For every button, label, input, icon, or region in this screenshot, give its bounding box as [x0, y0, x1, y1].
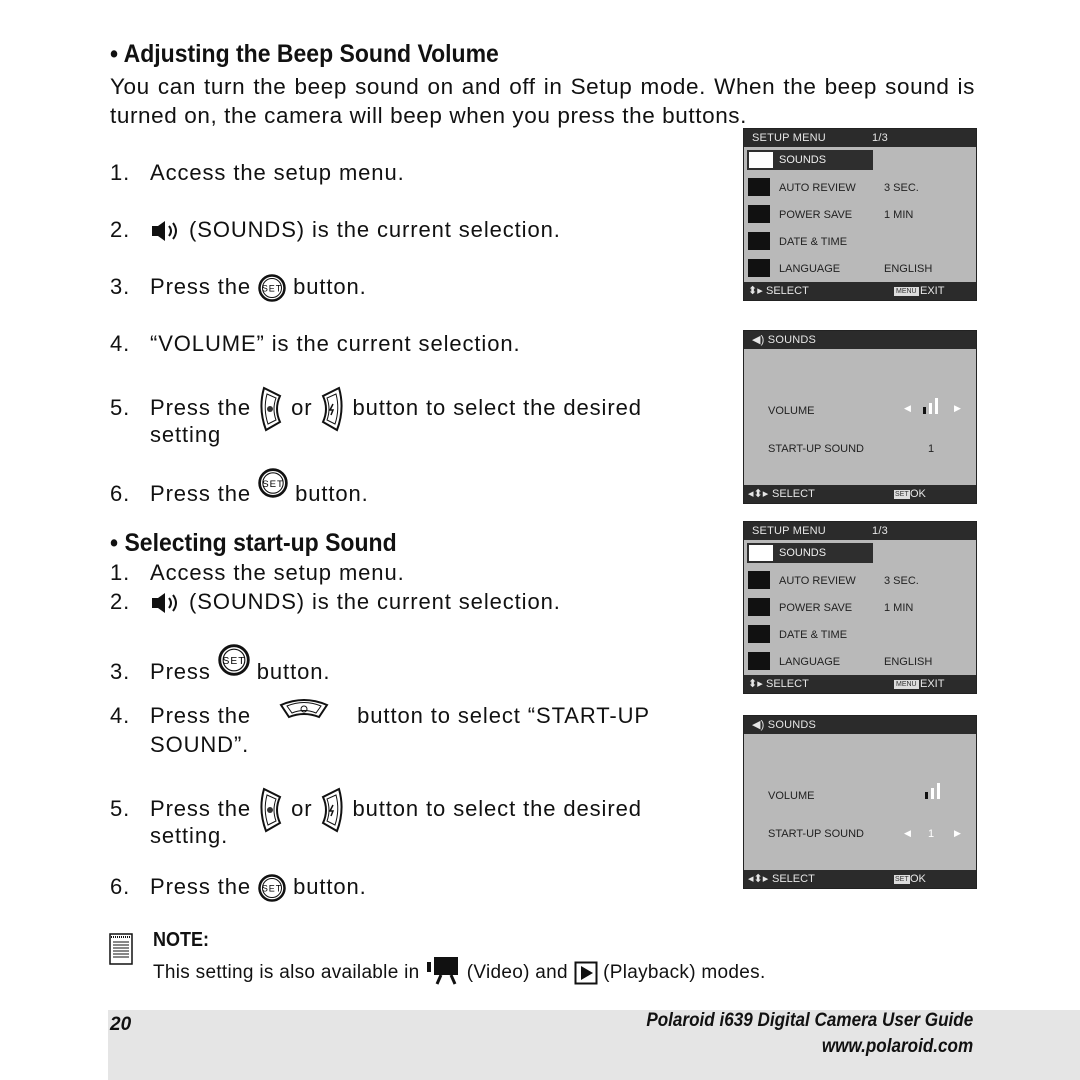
- set-button-icon: SET: [218, 644, 250, 676]
- power-save-icon: [748, 205, 770, 223]
- svg-text:SET: SET: [262, 284, 282, 294]
- note-title: NOTE:: [153, 929, 209, 951]
- section-heading-beep-volume: • Adjusting the Beep Sound Volume: [110, 40, 499, 68]
- guide-title: Polaroid i639 Digital Camera User Guide: [646, 1010, 973, 1031]
- speaker-icon: [152, 593, 177, 614]
- right-arrow-icon: ▶: [954, 403, 961, 413]
- lcd-title-bar: ◀) SOUNDS: [744, 331, 976, 349]
- menu-item-power-save: POWER SAVE 1 MIN: [744, 201, 976, 228]
- step-1: 1. Access the setup menu.: [110, 160, 405, 185]
- video-camera-icon: [427, 957, 459, 985]
- date-time-icon: [748, 625, 770, 643]
- lcd-setup-menu-1: SETUP MENU 1/3 SOUNDS AUTO REVIEW 3 SEC. P…: [743, 128, 977, 301]
- up-down-arrows-icon: ⬍▸: [748, 285, 763, 297]
- down-self-timer-button-icon: [279, 699, 329, 719]
- lcd-footer: ◂⬍▸ SELECT SET OK: [744, 870, 976, 888]
- lcd-title-bar: SETUP MENU 1/3: [744, 129, 976, 147]
- menu-item-sounds: SOUNDS: [744, 147, 976, 174]
- menu-item-auto-review: AUTO REVIEW 3 SEC.: [744, 174, 976, 201]
- language-icon: [748, 259, 770, 277]
- four-way-arrows-icon: ◂⬍▸: [748, 873, 769, 885]
- language-icon: [748, 652, 770, 670]
- intro-paragraph: You can turn the beep sound on and off i…: [110, 74, 975, 128]
- lcd-setup-menu-2: SETUP MENU 1/3 SOUNDS AUTO REVIEW 3 SEC. P…: [743, 521, 977, 694]
- right-arrow-icon: ▶: [954, 828, 961, 838]
- up-down-arrows-icon: ⬍▸: [748, 678, 763, 690]
- left-arrow-icon: ◀: [904, 828, 911, 838]
- svg-text:SET: SET: [222, 656, 245, 667]
- volume-level-bars: [923, 398, 938, 414]
- lcd-footer: ⬍▸ SELECT MENU EXIT: [744, 282, 976, 300]
- left-arrow-icon: ◀: [904, 403, 911, 413]
- set-button-icon: SET: [258, 468, 288, 498]
- speaker-icon: [152, 221, 177, 242]
- right-flash-button-icon: [322, 386, 343, 432]
- playback-icon: [574, 961, 597, 985]
- step-2: 2. (SOUNDS) is the current selection.: [110, 589, 561, 614]
- menu-item-date-time: DATE & TIME: [744, 228, 976, 255]
- step-6: 6. Press the SET button.: [110, 872, 367, 902]
- left-macro-button-icon: [260, 787, 282, 833]
- step-2: 2. (SOUNDS) is the current selection.: [110, 217, 561, 242]
- menu-item-sounds: SOUNDS: [744, 540, 976, 567]
- menu-item-power-save: POWER SAVE 1 MIN: [744, 594, 976, 621]
- menu-item-language: LANGUAGE ENGLISH: [744, 648, 976, 675]
- page-number: 20: [110, 1014, 132, 1035]
- lcd-title-bar: ◀) SOUNDS: [744, 716, 976, 734]
- four-way-arrows-icon: ◂⬍▸: [748, 488, 769, 500]
- lcd-sounds-volume: ◀) SOUNDS VOLUME ◀ ▶ START-UP SOUND 1 ◂⬍…: [743, 330, 977, 504]
- auto-review-icon: [748, 178, 770, 196]
- website-url: www.polaroid.com: [821, 1036, 973, 1057]
- step-1: 1. Access the setup menu.: [110, 560, 405, 585]
- lcd-footer: ⬍▸ SELECT MENU EXIT: [744, 675, 976, 693]
- menu-item-auto-review: AUTO REVIEW 3 SEC.: [744, 567, 976, 594]
- speaker-icon: [749, 152, 773, 168]
- set-button-icon: SET: [258, 874, 286, 902]
- right-flash-button-icon: [322, 787, 343, 833]
- speaker-icon: [749, 545, 773, 561]
- speaker-icon: ◀): [752, 334, 765, 346]
- step-4: 4. Press the button to select “START-UP S…: [110, 699, 715, 759]
- step-6: 6. Press the SET button.: [110, 468, 369, 508]
- step-5: 5. Press the or button to select the desi…: [110, 386, 642, 449]
- lcd-footer: ◂⬍▸ SELECT SET OK: [744, 485, 976, 503]
- step-3: 3. Press SET button.: [110, 644, 330, 686]
- note-text: This setting is also available in (Video…: [153, 955, 766, 985]
- power-save-icon: [748, 598, 770, 616]
- auto-review-icon: [748, 571, 770, 589]
- menu-item-language: LANGUAGE ENGLISH: [744, 255, 976, 282]
- menu-item-date-time: DATE & TIME: [744, 621, 976, 648]
- set-button-icon: SET: [258, 274, 286, 302]
- left-macro-button-icon: [260, 386, 282, 432]
- lcd-title-bar: SETUP MENU 1/3: [744, 522, 976, 540]
- step-3: 3. Press the SET button.: [110, 272, 367, 302]
- step-5: 5. Press the or button to select the desi…: [110, 787, 642, 850]
- date-time-icon: [748, 232, 770, 250]
- volume-level-bars: [925, 783, 940, 799]
- step-4: 4. “VOLUME” is the current selection.: [110, 331, 521, 356]
- svg-text:SET: SET: [262, 479, 284, 490]
- notepad-icon: [109, 933, 133, 965]
- speaker-icon: ◀): [752, 719, 765, 731]
- section-heading-startup-sound: • Selecting start-up Sound: [110, 529, 397, 557]
- svg-text:SET: SET: [262, 884, 282, 894]
- lcd-sounds-startup: ◀) SOUNDS VOLUME START-UP SOUND ◀ 1 ▶ ◂⬍…: [743, 715, 977, 889]
